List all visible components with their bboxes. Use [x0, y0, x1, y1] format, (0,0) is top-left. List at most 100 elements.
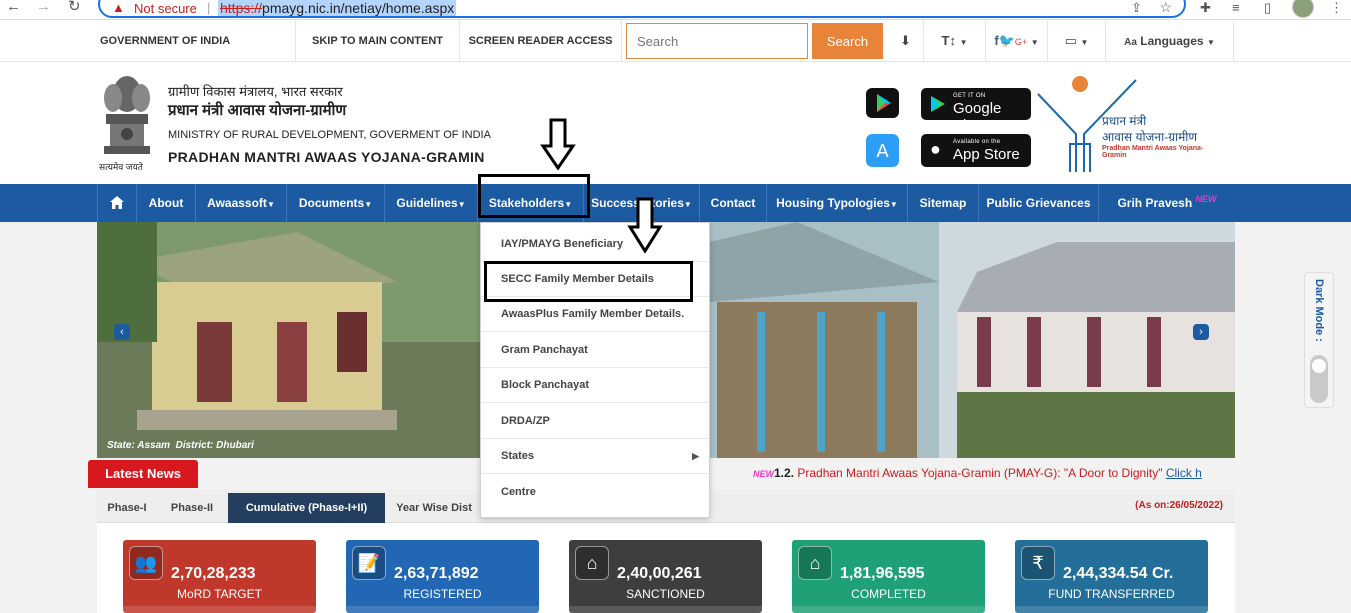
monitor-icon: ▭ — [1064, 33, 1077, 48]
skip-to-main-link[interactable]: SKIP TO MAIN CONTENT — [296, 20, 460, 62]
chevron-down-icon: ▼ — [889, 200, 898, 209]
language-icon: Aa — [1124, 37, 1137, 48]
url-text[interactable]: https://pmayg.nic.in/netiay/home.aspx — [218, 0, 457, 16]
share-icon[interactable]: ⇪ — [1131, 0, 1142, 16]
url-separator: | — [207, 0, 211, 15]
stat-card-mord-target[interactable]: 👥 2,70,28,233 MoRD TARGET — [123, 540, 316, 613]
menu-item-centre[interactable]: Centre — [481, 475, 709, 510]
new-badge: NEW — [753, 469, 774, 479]
back-arrow-icon[interactable]: ← — [6, 0, 21, 14]
chevron-right-icon: ▶ — [692, 451, 699, 461]
play-store-app-icon[interactable] — [866, 88, 899, 118]
chevron-down-icon: ▼ — [364, 200, 373, 209]
switch-knob — [1312, 359, 1326, 373]
tab-phase-1[interactable]: Phase-I — [97, 493, 157, 523]
tab-phase-2[interactable]: Phase-II — [157, 493, 227, 523]
tab-cumulative[interactable]: Cumulative (Phase-I+II) — [228, 493, 385, 523]
address-bar[interactable]: ▲ Not secure | https://pmayg.nic.in/neti… — [98, 0, 1186, 18]
pmayg-logo: प्रधान मंत्री आवास योजना-ग्रामीण Pradhan… — [1036, 74, 1226, 174]
site-header: सत्यमेव जयते ग्रामीण विकास मंत्रालय, भार… — [0, 62, 1351, 184]
nav-grih-pravesh[interactable]: Grih Pravesh NEW — [1099, 184, 1235, 222]
dark-mode-label: Dark Mode : — [1313, 279, 1325, 342]
chevron-down-icon: ▼ — [1206, 38, 1215, 47]
menu-item-drda-zp[interactable]: DRDA/ZP — [481, 404, 709, 439]
dark-mode-toggle-panel: Dark Mode : — [1304, 272, 1334, 408]
tab-year-wise[interactable]: Year Wise Dist — [389, 493, 479, 523]
home-glyph — [110, 196, 124, 209]
nav-housing-typologies[interactable]: Housing Typologies▼ — [767, 184, 908, 222]
completed-house-icon: ⌂ — [798, 546, 832, 580]
side-panel-icon[interactable]: ▯ — [1264, 0, 1271, 16]
profile-avatar[interactable] — [1292, 0, 1314, 18]
stat-card-sanctioned[interactable]: ⌂ 2,40,00,261 SANCTIONED — [569, 540, 762, 613]
carousel-next-button[interactable]: › — [1193, 324, 1209, 340]
svg-text:A: A — [876, 141, 889, 162]
chevron-down-icon: ▼ — [266, 200, 275, 209]
as-on-date: (As on:26/05/2022) — [1135, 500, 1223, 511]
nav-about[interactable]: About — [137, 184, 196, 222]
languages-dropdown[interactable]: Aa Languages ▼ — [1106, 20, 1234, 62]
search-input[interactable] — [626, 23, 808, 59]
home-icon[interactable] — [97, 184, 137, 222]
hindi-scheme-title: प्रधान मंत्री आवास योजना-ग्रामीण — [168, 102, 347, 119]
stakeholders-highlight-box — [478, 174, 590, 218]
google-play-icon — [931, 96, 945, 112]
chevron-down-icon: ▼ — [959, 38, 968, 47]
nav-contact[interactable]: Contact — [700, 184, 767, 222]
app-store-app-icon[interactable]: A — [866, 134, 899, 167]
extensions-icon[interactable]: ✚ — [1200, 0, 1211, 16]
social-media-dropdown[interactable]: f🐦G+ ▼ — [986, 20, 1048, 62]
chevron-down-icon: ▼ — [1030, 38, 1039, 47]
twitter-icon: 🐦 — [998, 33, 1015, 48]
banner-caption: State: Assam District: Dhubari — [107, 440, 254, 451]
chevron-right-icon: › — [1199, 326, 1203, 338]
forward-arrow-icon[interactable]: → — [36, 0, 51, 14]
stat-card-completed[interactable]: ⌂ 1,81,96,595 COMPLETED — [792, 540, 985, 613]
menu-item-states[interactable]: States ▶ — [481, 439, 709, 474]
new-badge: NEW — [1195, 194, 1217, 204]
secc-highlight-box — [484, 261, 693, 302]
annotation-down-arrow-icon — [540, 118, 576, 170]
main-navigation: About Awaassoft▼ Documents▼ Guidelines▼ … — [0, 184, 1351, 222]
ministry-name: MINISTRY OF RURAL DEVELOPMENT, GOVERMENT… — [168, 129, 491, 141]
national-emblem-icon — [104, 76, 150, 154]
government-of-india-label: GOVERNMENT OF INDIA — [88, 20, 296, 62]
dark-mode-switch[interactable] — [1310, 355, 1328, 403]
carousel-prev-button[interactable]: ‹ — [114, 324, 130, 340]
news-item[interactable]: NEW1.2. Pradhan Mantri Awaas Yojana-Gram… — [753, 466, 1202, 480]
reading-list-icon[interactable]: ≡ — [1232, 0, 1240, 15]
bookmark-star-icon[interactable]: ☆ — [1159, 0, 1172, 16]
rupee-hand-icon: ₹ — [1021, 546, 1055, 580]
nav-awaassoft[interactable]: Awaassoft▼ — [196, 184, 287, 222]
menu-item-gram-panchayat[interactable]: Gram Panchayat — [481, 333, 709, 368]
app-store-badge[interactable]: ● Available on the App Store — [921, 134, 1031, 167]
google-play-badge[interactable]: GET IT ON Google Play — [921, 88, 1031, 134]
house-icon: ⌂ — [575, 546, 609, 580]
apple-icon: ● — [930, 139, 941, 159]
reload-icon[interactable]: ↻ — [68, 0, 81, 14]
screen-reader-link[interactable]: SCREEN READER ACCESS — [460, 20, 622, 62]
warning-icon: ▲ — [112, 0, 125, 15]
menu-kebab-icon[interactable]: ⋮ — [1330, 0, 1343, 16]
menu-item-block-panchayat[interactable]: Block Panchayat — [481, 368, 709, 403]
nav-public-grievances[interactable]: Public Grievances — [979, 184, 1099, 222]
menu-item-awaasplus-family-member-details[interactable]: AwaasPlus Family Member Details. — [481, 297, 709, 332]
document-edit-icon: 📝 — [352, 546, 386, 580]
nav-documents[interactable]: Documents▼ — [287, 184, 385, 222]
group-people-icon: 👥 — [129, 546, 163, 580]
google-plus-icon: G+ — [1014, 37, 1028, 47]
motto-text: सत्यमेव जयते — [99, 162, 143, 172]
display-options-dropdown[interactable]: ▭ ▼ — [1048, 20, 1106, 62]
stat-card-registered[interactable]: 📝 2,63,71,892 REGISTERED — [346, 540, 539, 613]
nav-guidelines[interactable]: Guidelines▼ — [385, 184, 478, 222]
menu-item-iay-pmayg-beneficiary[interactable]: IAY/PMAYG Beneficiary — [481, 227, 709, 262]
search-button[interactable]: Search — [812, 23, 883, 59]
nav-sitemap[interactable]: Sitemap — [908, 184, 979, 222]
download-icon[interactable]: ⬇ — [888, 20, 924, 62]
browser-chrome: ← → ↻ ▲ Not secure | https://pmayg.nic.i… — [0, 0, 1351, 20]
news-click-link[interactable]: Click h — [1166, 466, 1202, 480]
stat-card-fund-transferred[interactable]: ₹ 2,44,334.54 Cr. FUND TRANSFERRED — [1015, 540, 1208, 613]
chevron-down-icon: ▼ — [683, 200, 692, 209]
text-size-toggle[interactable]: T↕ ▼ — [924, 20, 986, 62]
latest-news-label: Latest News — [88, 460, 198, 488]
